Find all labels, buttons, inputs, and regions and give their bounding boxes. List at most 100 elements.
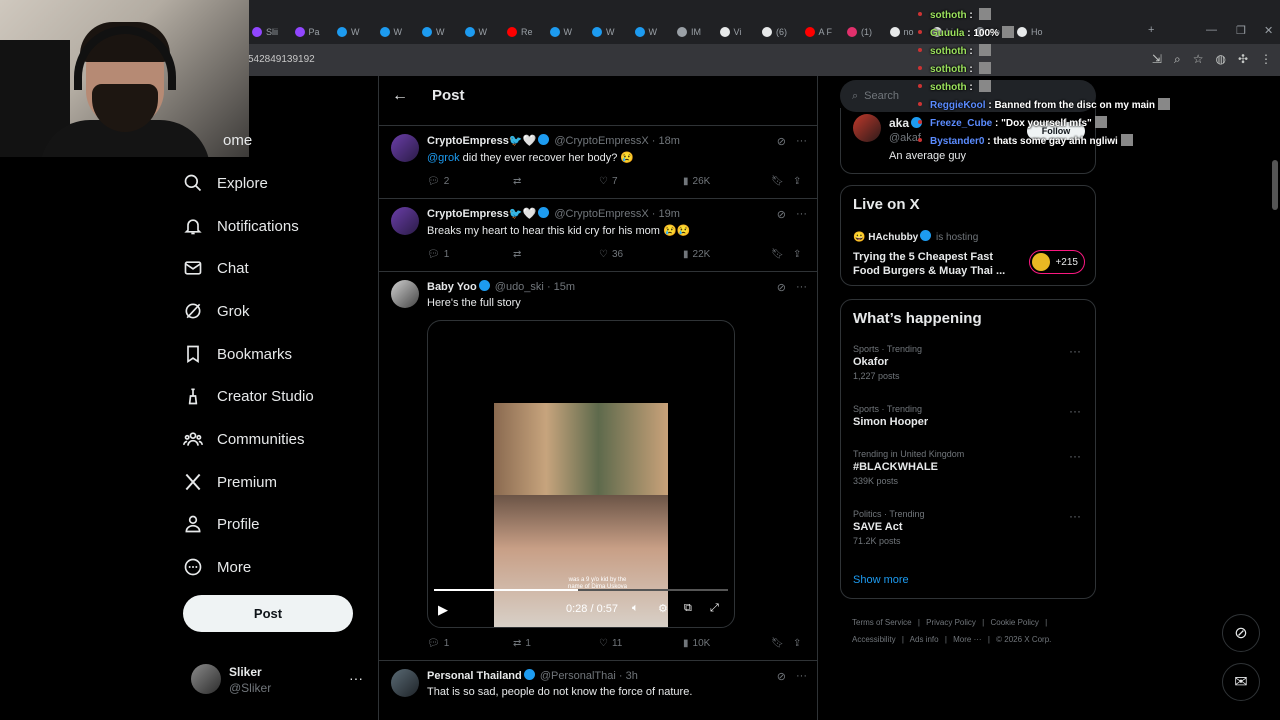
puzzle-icon[interactable]: ✣ <box>1238 52 1248 67</box>
chat-username[interactable]: Bystander0 <box>930 136 984 147</box>
share-button[interactable]: ⇪ <box>793 176 801 187</box>
nav-chat[interactable]: Chat <box>183 248 249 288</box>
more-dots-icon[interactable]: ··· <box>796 670 807 683</box>
tweet-author-handle[interactable]: @CryptoEmpressX <box>554 135 648 147</box>
maximize-button[interactable]: ❐ <box>1236 24 1246 37</box>
browser-tab[interactable]: Ho <box>1017 24 1043 40</box>
grok-float-button[interactable]: ⊘ <box>1222 614 1260 652</box>
more-dots-icon[interactable]: ··· <box>349 670 363 686</box>
tweet[interactable]: Personal Thailand @PersonalThai · 3h ⊘ ··… <box>379 661 817 720</box>
close-window-button[interactable]: ✕ <box>1264 24 1273 37</box>
browser-tab[interactable]: no <box>889 24 914 40</box>
url-text[interactable]: 542849139192 <box>248 54 315 65</box>
browser-tab[interactable]: Re <box>507 24 533 40</box>
back-arrow-icon[interactable]: ← <box>392 87 408 105</box>
tweet[interactable]: Baby Yoo @udo_ski · 15m ⊘ ··· Here's the … <box>379 272 817 661</box>
nav-communities[interactable]: Communities <box>183 419 305 459</box>
more-dots-icon[interactable]: ··· <box>1069 449 1081 463</box>
chat-username[interactable]: sothoth <box>930 64 967 75</box>
nav-profile[interactable]: Profile <box>183 504 260 544</box>
tweet-author-name[interactable]: CryptoEmpress🐦🤍 <box>427 135 536 147</box>
views-button[interactable]: ▮ 22K <box>683 249 710 260</box>
extension-icon[interactable]: ◍ <box>1215 52 1225 67</box>
browser-tab[interactable]: W <box>422 24 445 40</box>
show-more-link[interactable]: Show more <box>853 574 909 586</box>
footer-link[interactable]: Privacy Policy <box>926 618 976 627</box>
tweet-time[interactable]: · 18m <box>652 135 680 147</box>
tweet-author-name[interactable]: Baby Yoo <box>427 281 477 293</box>
menu-icon[interactable]: ⋮ <box>1260 52 1272 67</box>
nav-premium[interactable]: Premium <box>183 462 277 502</box>
bookmark-button[interactable]: 🔖︎ <box>771 249 784 260</box>
chat-username[interactable]: sothoth <box>930 46 967 57</box>
post-button[interactable]: Post <box>183 595 353 632</box>
new-tab-button[interactable]: + <box>1148 24 1154 36</box>
star-icon[interactable]: ☆ <box>1193 52 1204 67</box>
like-button[interactable]: ♡ 36 <box>599 249 623 260</box>
video-progress-bar[interactable] <box>434 589 728 591</box>
tweet-avatar[interactable] <box>391 134 419 162</box>
more-dots-icon[interactable]: ··· <box>796 281 807 294</box>
browser-tab[interactable]: W <box>634 24 657 40</box>
browser-tab[interactable]: W <box>592 24 615 40</box>
bookmark-button[interactable]: 🔖︎ <box>771 638 784 649</box>
settings-icon[interactable]: ⚙ <box>658 602 668 615</box>
like-button[interactable]: ♡ 7 <box>599 176 618 187</box>
views-button[interactable]: ▮ 26K <box>683 176 710 187</box>
reply-button[interactable]: 💬︎ 1 <box>427 638 449 649</box>
footer-link[interactable]: Accessibility <box>852 635 896 644</box>
repost-button[interactable]: ⇄ 1 <box>513 638 531 649</box>
browser-tab[interactable]: Vi <box>719 24 741 40</box>
tweet-avatar[interactable] <box>391 669 419 697</box>
chat-username[interactable]: ReggieKool <box>930 100 986 111</box>
tweet-time[interactable]: · 15m <box>547 281 575 293</box>
browser-tab[interactable]: Pa <box>294 24 320 40</box>
fullscreen-icon[interactable]: ⤢ <box>710 602 719 615</box>
scrollbar-thumb[interactable] <box>1272 160 1278 210</box>
trend-item[interactable]: Trending in United Kingdom #BLACKWHALE 3… <box>853 449 1085 486</box>
browser-tab[interactable]: (6) <box>762 24 787 40</box>
tweet[interactable]: CryptoEmpress🐦🤍 @CryptoEmpressX · 18m ⊘ ·… <box>379 126 817 199</box>
browser-tab[interactable]: W <box>379 24 402 40</box>
chat-username[interactable]: Guuula <box>930 28 964 39</box>
grok-icon[interactable]: ⊘ <box>777 208 786 221</box>
tweet-author-name[interactable]: Personal Thailand <box>427 670 522 682</box>
browser-tab[interactable]: A F <box>804 24 832 40</box>
video-player[interactable]: was a 9 y/o kid by the name of Dima Uskov… <box>427 320 735 628</box>
play-icon[interactable]: ▶ <box>438 602 448 618</box>
tweet-time[interactable]: · 19m <box>652 208 680 220</box>
nav-creator-studio[interactable]: Creator Studio <box>183 376 314 416</box>
more-dots-icon[interactable]: ··· <box>1069 509 1081 523</box>
more-dots-icon[interactable]: ··· <box>796 208 807 221</box>
footer-link[interactable]: Cookie Policy <box>990 618 1038 627</box>
live-host[interactable]: 😀 HAchubby is hosting <box>853 230 978 243</box>
nav-explore[interactable]: Explore <box>183 163 268 203</box>
tweet[interactable]: CryptoEmpress🐦🤍 @CryptoEmpressX · 19m ⊘ ·… <box>379 199 817 272</box>
footer-link[interactable]: Terms of Service <box>852 618 912 627</box>
grok-icon[interactable]: ⊘ <box>777 670 786 683</box>
footer-link[interactable]: Ads info <box>910 635 939 644</box>
repost-button[interactable]: ⇄ <box>513 176 521 187</box>
bookmark-button[interactable]: 🔖︎ <box>771 176 784 187</box>
nav-notifications[interactable]: Notifications <box>183 206 299 246</box>
tweet-avatar[interactable] <box>391 207 419 235</box>
messages-float-button[interactable]: ✉ <box>1222 663 1260 701</box>
tweet-avatar[interactable] <box>391 280 419 308</box>
trend-item[interactable]: Politics · Trending SAVE Act 71.2K posts… <box>853 509 1085 546</box>
browser-tab[interactable]: (1) <box>847 24 872 40</box>
more-dots-icon[interactable]: ··· <box>1069 404 1081 418</box>
share-button[interactable]: ⇪ <box>793 638 801 649</box>
trend-item[interactable]: Sports · Trending Simon Hooper ··· <box>853 404 1085 428</box>
chat-username[interactable]: Freeze_Cube <box>930 118 992 129</box>
browser-tab[interactable]: IM <box>677 24 701 40</box>
tweet-time[interactable]: · 3h <box>619 670 638 682</box>
reply-button[interactable]: 💬︎ 1 <box>427 249 449 260</box>
tweet-author-handle[interactable]: @CryptoEmpressX <box>554 208 648 220</box>
live-listeners-badge[interactable]: +215 <box>1029 250 1085 274</box>
nav-home[interactable]: ome <box>223 120 252 160</box>
account-switcher[interactable]: Sliker @Sliker ··· <box>191 662 371 702</box>
pip-icon[interactable]: ⧉ <box>684 602 692 615</box>
grok-icon[interactable]: ⊘ <box>777 281 786 294</box>
grok-icon[interactable]: ⊘ <box>777 135 786 148</box>
more-dots-icon[interactable]: ··· <box>796 135 807 148</box>
